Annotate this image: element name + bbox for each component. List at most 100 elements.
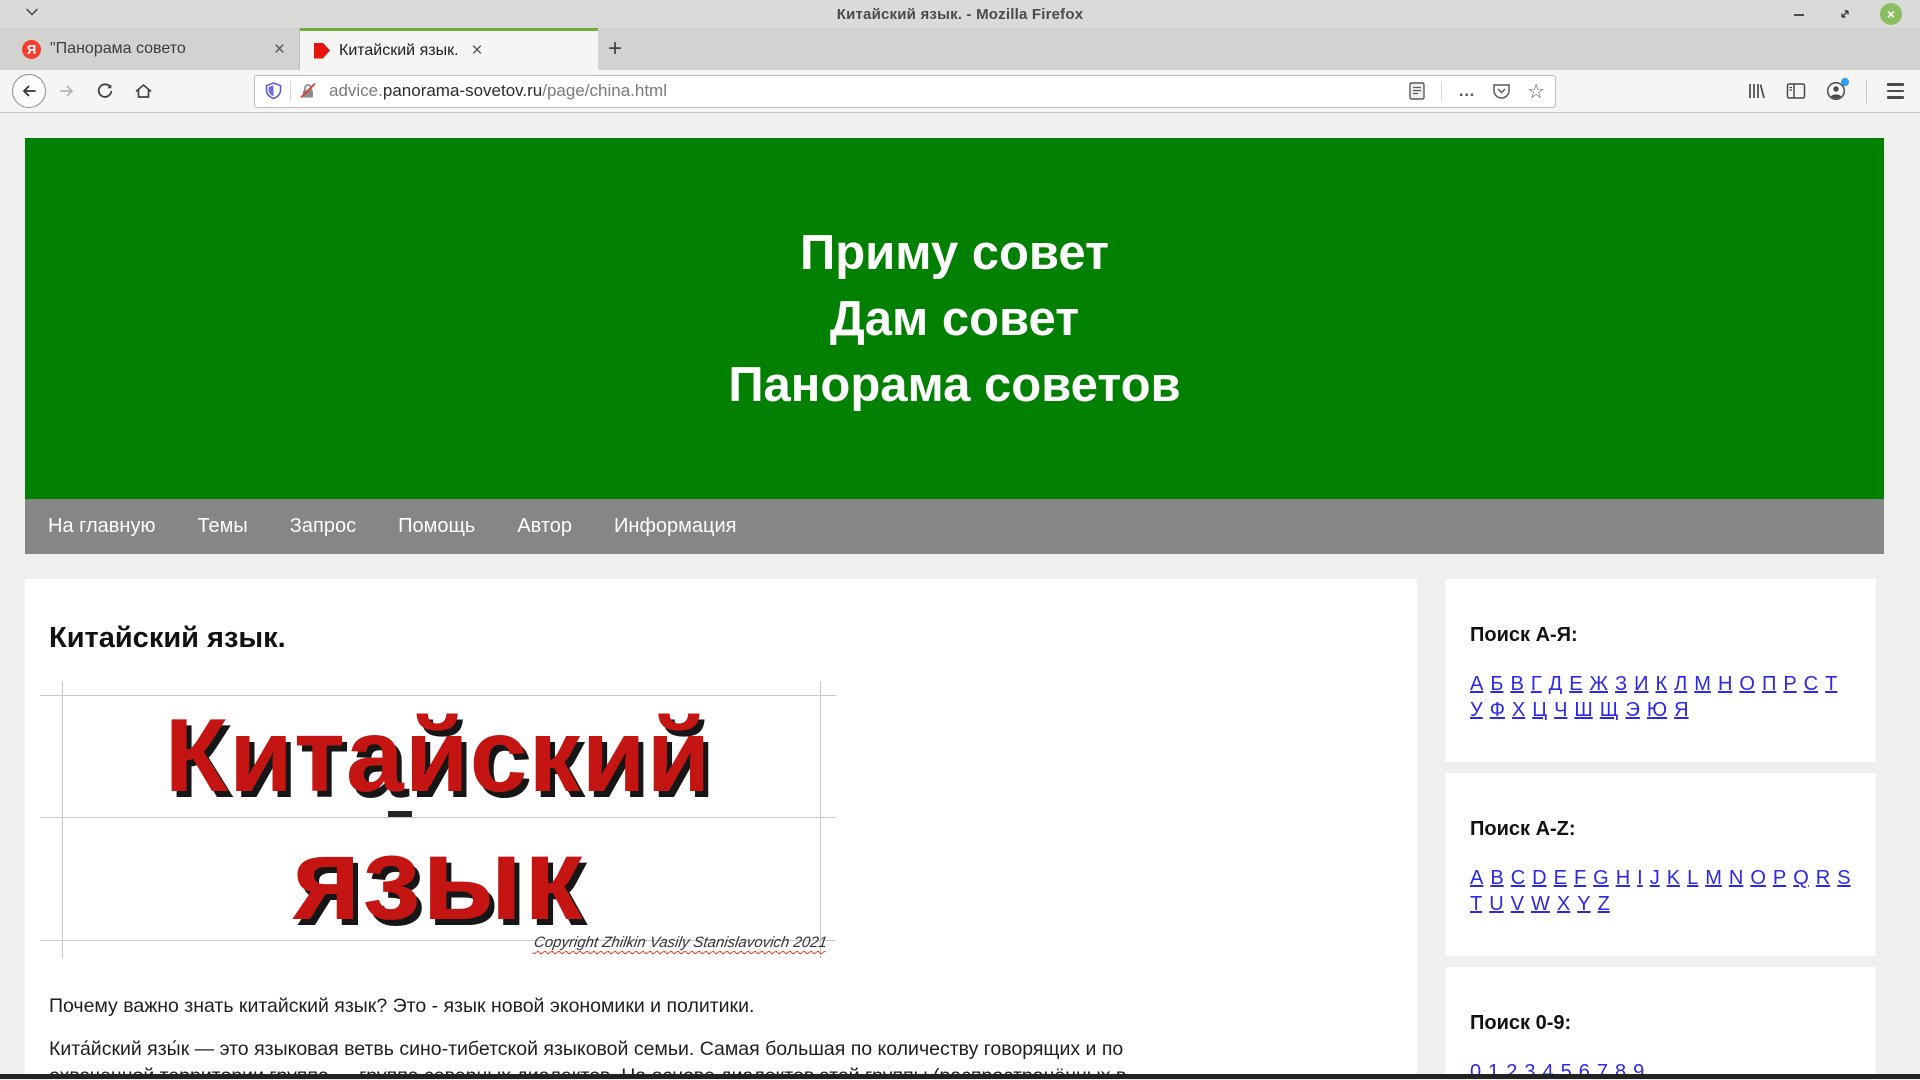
letter-link[interactable]: J: [1650, 867, 1660, 890]
letter-link[interactable]: V: [1511, 893, 1524, 916]
letter-link[interactable]: S: [1837, 867, 1850, 890]
letter-link[interactable]: В: [1510, 673, 1523, 696]
page-actions-icon[interactable]: …: [1458, 81, 1476, 101]
tab-close-icon[interactable]: ×: [270, 40, 289, 59]
menu-item[interactable]: Запрос: [290, 515, 356, 538]
letter-link[interactable]: X: [1557, 893, 1570, 916]
maximize-button[interactable]: [1834, 3, 1856, 25]
site-banner: Приму советДам советПанорама советов: [25, 138, 1884, 499]
letter-link[interactable]: A: [1470, 867, 1483, 890]
letter-link[interactable]: Х: [1512, 699, 1525, 722]
letter-link[interactable]: M: [1705, 867, 1722, 890]
letter-link[interactable]: Д: [1549, 673, 1563, 696]
tab-close-icon[interactable]: ×: [468, 41, 487, 60]
menu-hamburger-icon[interactable]: [1887, 83, 1904, 98]
letter-link[interactable]: Е: [1569, 673, 1582, 696]
reload-button[interactable]: [86, 73, 124, 109]
tab-chinese-language[interactable]: Китайский язык. ×: [300, 28, 598, 70]
bookmark-star-icon[interactable]: ☆: [1527, 79, 1545, 104]
firefox-account-button[interactable]: [1826, 81, 1846, 101]
home-button[interactable]: [124, 73, 162, 109]
reader-view-icon[interactable]: [1409, 82, 1425, 100]
letter-link[interactable]: Ф: [1490, 699, 1505, 722]
library-icon[interactable]: [1746, 81, 1766, 101]
letter-link[interactable]: О: [1739, 673, 1755, 696]
letter-link[interactable]: Щ: [1600, 699, 1619, 722]
search-block-title: Поиск А-Я:: [1470, 624, 1851, 647]
letter-link[interactable]: И: [1634, 673, 1648, 696]
letter-link[interactable]: Y: [1577, 893, 1590, 916]
letter-link[interactable]: G: [1593, 867, 1609, 890]
letter-link[interactable]: Ц: [1532, 699, 1547, 722]
letter-link[interactable]: L: [1687, 867, 1698, 890]
banner-line: Дам совет: [830, 286, 1079, 352]
banner-line: Приму совет: [800, 220, 1109, 286]
letter-link[interactable]: Л: [1674, 673, 1687, 696]
letter-link[interactable]: Э: [1626, 699, 1640, 722]
letter-link[interactable]: Q: [1793, 867, 1809, 890]
letter-link[interactable]: N: [1729, 867, 1743, 890]
minimize-button[interactable]: [1788, 3, 1810, 25]
letter-link[interactable]: T: [1470, 893, 1482, 916]
letter-link[interactable]: I: [1637, 867, 1643, 890]
search-block-cyrillic: Поиск А-Я: АБВГДЕЖЗИКЛМНОПРСТ УФХЦЧШЩЭЮЯ: [1445, 579, 1876, 762]
letter-link[interactable]: R: [1816, 867, 1830, 890]
insecure-lock-icon[interactable]: [299, 82, 317, 100]
letter-link[interactable]: Я: [1674, 699, 1688, 722]
letter-link[interactable]: К: [1655, 673, 1667, 696]
letter-link[interactable]: W: [1531, 893, 1550, 916]
letter-link[interactable]: Ж: [1590, 673, 1608, 696]
url-text: advice.panorama-sovetov.ru/page/china.ht…: [329, 81, 667, 101]
letter-link[interactable]: М: [1694, 673, 1711, 696]
new-tab-button[interactable]: +: [598, 28, 632, 70]
letter-link[interactable]: П: [1762, 673, 1776, 696]
divider: [290, 81, 291, 101]
menu-item[interactable]: На главную: [48, 515, 155, 538]
pocket-icon[interactable]: [1492, 82, 1511, 100]
tab-panorama-sovetov[interactable]: Я "Панорама совето ×: [8, 28, 300, 70]
letter-link[interactable]: Г: [1531, 673, 1542, 696]
menu-item[interactable]: Информация: [614, 515, 736, 538]
page-title: Китайский язык.: [49, 621, 1377, 655]
letter-link[interactable]: P: [1773, 867, 1786, 890]
letter-link[interactable]: Н: [1718, 673, 1732, 696]
letter-link[interactable]: E: [1554, 867, 1567, 890]
letter-link[interactable]: D: [1532, 867, 1546, 890]
letter-link[interactable]: С: [1804, 673, 1818, 696]
letter-link[interactable]: Ч: [1554, 699, 1567, 722]
letter-link[interactable]: Ю: [1647, 699, 1667, 722]
chevron-down-icon[interactable]: [26, 8, 38, 16]
letter-link[interactable]: B: [1490, 867, 1503, 890]
menu-item[interactable]: Темы: [197, 515, 247, 538]
letter-link[interactable]: А: [1470, 673, 1483, 696]
back-button[interactable]: [10, 73, 48, 109]
letter-link[interactable]: C: [1511, 867, 1525, 890]
letter-link[interactable]: Z: [1598, 893, 1610, 916]
sidebar-toggle-icon[interactable]: [1786, 82, 1806, 100]
letter-link[interactable]: З: [1615, 673, 1627, 696]
navigation-toolbar: advice.panorama-sovetov.ru/page/china.ht…: [0, 70, 1920, 113]
letter-link[interactable]: O: [1750, 867, 1766, 890]
divider: [1441, 81, 1442, 101]
letter-link[interactable]: Ш: [1574, 699, 1592, 722]
letter-links: ABCDEFGHIJKLMNOPQRS TUVWXYZ: [1470, 867, 1851, 916]
menu-item[interactable]: Автор: [517, 515, 572, 538]
menu-item[interactable]: Помощь: [398, 515, 475, 538]
image-artifact: [388, 811, 412, 817]
letter-link[interactable]: F: [1574, 867, 1586, 890]
close-button[interactable]: ×: [1880, 3, 1902, 25]
letter-link[interactable]: H: [1616, 867, 1630, 890]
letter-link[interactable]: Р: [1783, 673, 1796, 696]
letter-link[interactable]: У: [1470, 699, 1483, 722]
tab-title: Китайский язык.: [339, 42, 459, 60]
letter-link[interactable]: K: [1667, 867, 1680, 890]
tracking-protection-shield-icon[interactable]: [265, 82, 282, 101]
forward-arrow-icon: [58, 82, 76, 100]
letter-link[interactable]: Б: [1490, 673, 1503, 696]
search-block-title: Поиск 0-9:: [1470, 1012, 1851, 1035]
url-bar[interactable]: advice.panorama-sovetov.ru/page/china.ht…: [254, 75, 1556, 108]
hero-row: язык: [49, 817, 827, 940]
letter-link[interactable]: Т: [1825, 673, 1837, 696]
letter-link[interactable]: U: [1489, 893, 1503, 916]
forward-button[interactable]: [48, 73, 86, 109]
